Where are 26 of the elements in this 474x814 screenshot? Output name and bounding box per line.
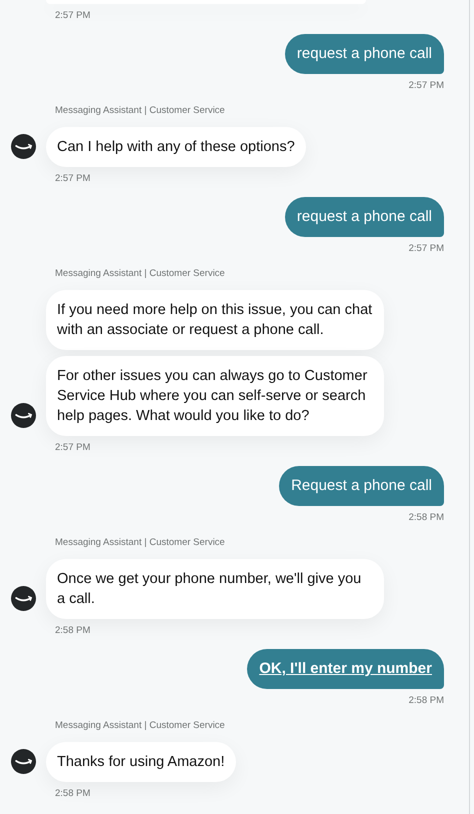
- message-bubble: Thanks for using Amazon!: [46, 742, 236, 782]
- message-bubble: Request a phone call: [279, 466, 444, 506]
- timestamp: 2:57 PM: [55, 442, 92, 454]
- timestamp: 2:58 PM: [55, 788, 92, 800]
- timestamp: 2:58 PM: [408, 695, 444, 707]
- message-bubble: If you need more help on this issue, you can chat with an associate or request a phone call.: [46, 290, 384, 350]
- message-bubble: Can I help with any of these options?: [46, 127, 306, 167]
- timestamp: 2:58 PM: [55, 625, 92, 637]
- message-bubble: request a phone call: [284, 34, 444, 74]
- avatar-icon: [11, 134, 36, 159]
- timestamp: 2:58 PM: [408, 512, 444, 524]
- timestamp: 2:57 PM: [408, 80, 444, 92]
- timestamp: 2:57 PM: [408, 243, 444, 255]
- avatar-icon: [11, 403, 36, 428]
- sender-label: Messaging Assistant | Customer Service: [55, 105, 226, 117]
- avatar-icon: [11, 586, 36, 611]
- sender-label: Messaging Assistant | Customer Service: [55, 537, 226, 549]
- sender-label: Messaging Assistant | Customer Service: [55, 720, 226, 732]
- timestamp: 2:57 PM: [55, 173, 92, 185]
- avatar-icon: [11, 749, 36, 774]
- message-bubble: request a phone call: [284, 197, 444, 237]
- message-bubble: Once we get your phone number, we'll give you a call.: [46, 559, 384, 619]
- message-bubble: For other issues you can always go to Customer Service Hub where you can self-serve or search help pages. What would you like to do?: [46, 356, 384, 436]
- timestamp: 2:57 PM: [55, 10, 92, 22]
- link-bubble[interactable]: OK, I'll enter my number: [247, 649, 444, 689]
- sender-label: Messaging Assistant | Customer Service: [55, 268, 226, 280]
